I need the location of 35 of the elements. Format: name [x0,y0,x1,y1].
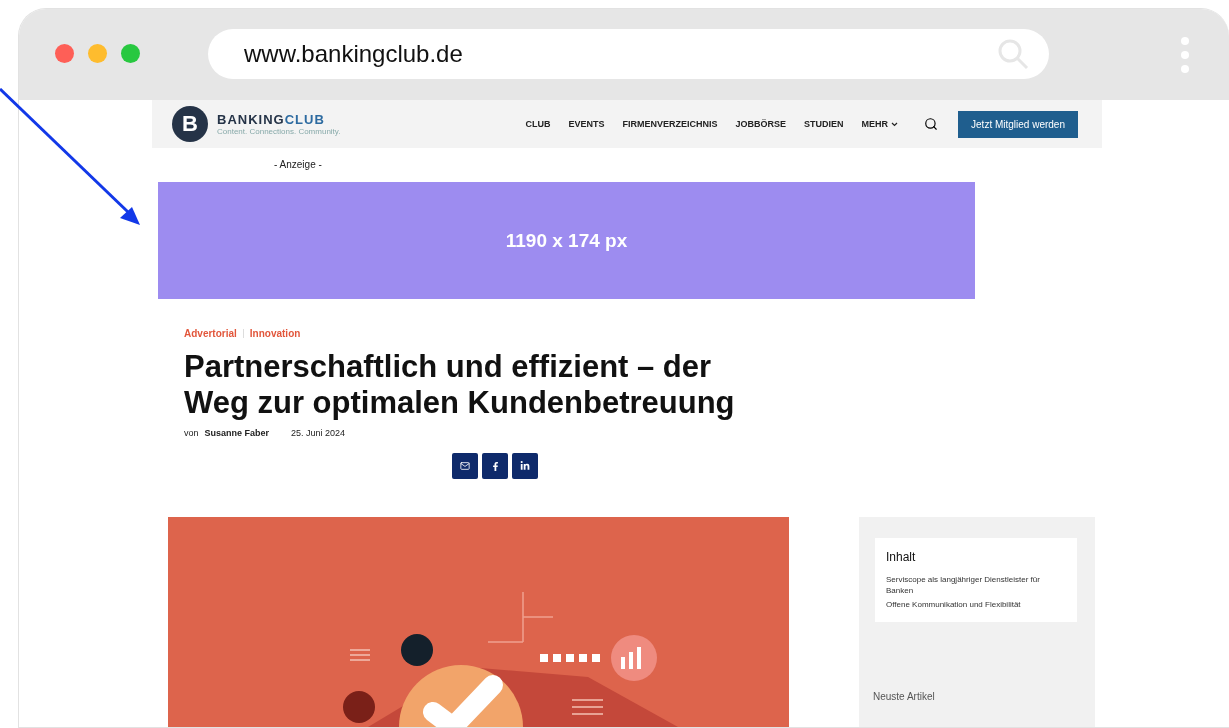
close-dot[interactable] [55,44,74,63]
nav-link[interactable]: EVENTS [568,119,605,129]
category-link[interactable]: Innovation [249,328,301,339]
logo-wordmark: BANKINGCLUB [217,112,326,127]
nav-link[interactable]: CLUB [525,119,551,129]
facebook-icon [490,461,500,471]
byline-prefix: von [184,428,199,438]
ad-size: 1190 x 174 px [505,229,628,252]
share-button[interactable] [452,453,478,479]
caret-icon [891,121,899,127]
nav-link[interactable]: FIRMENVERZEICHNIS [622,119,718,129]
nav-link[interactable]: MEHR [861,119,899,129]
mail-icon [460,461,470,471]
share-button[interactable] [512,453,538,479]
minimize-dot[interactable] [88,44,107,63]
toc-title: Inhalt [886,550,917,564]
author-link[interactable]: Susanne Faber [204,428,270,438]
article-title: Partnerschaftlich und effizient – der Weg zur optimalen Kundenbetreuung [184,349,736,421]
toc-link[interactable]: Offene Kommunikation und Flexibilität [886,599,1065,610]
linkedin-icon [520,461,530,471]
ad-label: - Anzeige - [274,159,322,170]
toc-link[interactable]: Serviscope als langjähriger Dienstleister für Banken [886,574,1065,596]
search-icon[interactable] [924,117,939,131]
logo-tagline: Content. Connections. Community. [217,127,341,136]
share-button[interactable] [482,453,508,479]
publish-date: 25. Juni 2024 [291,428,346,438]
address-field[interactable]: www.bankingclub.de [208,28,1049,79]
nav-link[interactable]: STUDIEN [804,119,844,129]
nav-link[interactable]: JOBBÖRSE [735,119,787,129]
join-button[interactable]: Jetzt Mitglied werden [958,110,1078,138]
menu-icon[interactable] [1181,36,1189,73]
section-heading: Neuste Artikel [873,691,936,702]
logo-mark: B [172,106,208,142]
maximize-dot[interactable] [121,44,140,63]
category-link[interactable]: Advertorial [184,328,237,339]
